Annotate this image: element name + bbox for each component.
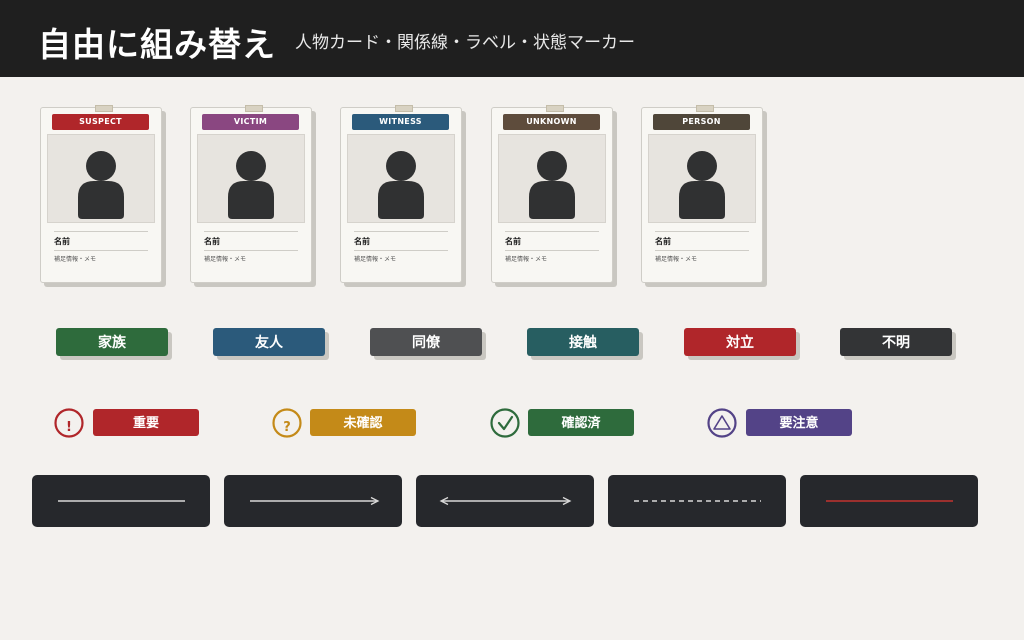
photo-placeholder	[347, 134, 455, 223]
status-marker-label[interactable]: 重要	[93, 409, 199, 436]
person-card-unknown[interactable]: UNKNOWN 名前補足情報・メモ	[491, 105, 613, 283]
tape-icon	[546, 105, 564, 112]
relation-label[interactable]: 対立	[684, 328, 796, 356]
status-marker-label[interactable]: 未確認	[310, 409, 416, 436]
person-card-suspect[interactable]: SUSPECT 名前補足情報・メモ	[40, 105, 162, 283]
tape-icon	[395, 105, 413, 112]
photo-placeholder	[498, 134, 606, 223]
tape-icon	[245, 105, 263, 112]
check-circle-icon	[490, 408, 520, 438]
divider	[354, 231, 448, 232]
person-card-person[interactable]: PERSON 名前補足情報・メモ	[641, 105, 763, 283]
card-memo: 補足情報・メモ	[505, 256, 548, 263]
relation-line-sample[interactable]	[608, 475, 786, 527]
relation-line-sample[interactable]	[416, 475, 594, 527]
relation-line-sample[interactable]	[32, 475, 210, 527]
status-marker-label[interactable]: 要注意	[746, 409, 852, 436]
tape-icon	[696, 105, 714, 112]
card-name: 名前	[505, 237, 521, 246]
photo-placeholder	[197, 134, 305, 223]
person-card-witness[interactable]: WITNESS 名前補足情報・メモ	[340, 105, 462, 283]
page-subtitle: 人物カード・関係線・ラベル・状態マーカー	[295, 33, 635, 53]
card-memo: 補足情報・メモ	[655, 256, 698, 263]
divider	[655, 250, 749, 251]
exclamation-circle-icon: !	[54, 408, 84, 438]
card-name: 名前	[204, 237, 220, 246]
person-silhouette-icon	[78, 151, 124, 219]
person-silhouette-icon	[529, 151, 575, 219]
person-silhouette-icon	[228, 151, 274, 219]
relation-line-sample[interactable]	[800, 475, 978, 527]
photo-placeholder	[47, 134, 155, 223]
relation-label[interactable]: 同僚	[370, 328, 482, 356]
card-name: 名前	[54, 237, 70, 246]
divider	[204, 231, 298, 232]
card-memo: 補足情報・メモ	[354, 256, 397, 263]
role-badge: PERSON	[653, 114, 750, 130]
person-silhouette-icon	[679, 151, 725, 219]
triangle-circle-icon	[707, 408, 737, 438]
svg-text:?: ?	[283, 420, 291, 435]
role-badge: UNKNOWN	[503, 114, 600, 130]
header-bar: 自由に組み替え 人物カード・関係線・ラベル・状態マーカー	[0, 0, 1024, 77]
svg-text:!: !	[66, 420, 72, 435]
divider	[505, 231, 599, 232]
status-marker-label[interactable]: 確認済	[528, 409, 634, 436]
relation-label[interactable]: 接触	[527, 328, 639, 356]
card-memo: 補足情報・メモ	[204, 256, 247, 263]
divider	[54, 231, 148, 232]
divider	[655, 231, 749, 232]
card-name: 名前	[354, 237, 370, 246]
divider	[204, 250, 298, 251]
relation-line-sample[interactable]	[224, 475, 402, 527]
person-card-victim[interactable]: VICTIM 名前補足情報・メモ	[190, 105, 312, 283]
relation-label[interactable]: 友人	[213, 328, 325, 356]
question-circle-icon: ?	[272, 408, 302, 438]
role-badge: VICTIM	[202, 114, 299, 130]
page-title: 自由に組み替え	[38, 25, 276, 64]
divider	[354, 250, 448, 251]
photo-placeholder	[648, 134, 756, 223]
divider	[505, 250, 599, 251]
relation-label[interactable]: 不明	[840, 328, 952, 356]
role-badge: SUSPECT	[52, 114, 149, 130]
role-badge: WITNESS	[352, 114, 449, 130]
card-name: 名前	[655, 237, 671, 246]
person-silhouette-icon	[378, 151, 424, 219]
tape-icon	[95, 105, 113, 112]
relation-label[interactable]: 家族	[56, 328, 168, 356]
card-memo: 補足情報・メモ	[54, 256, 97, 263]
divider	[54, 250, 148, 251]
